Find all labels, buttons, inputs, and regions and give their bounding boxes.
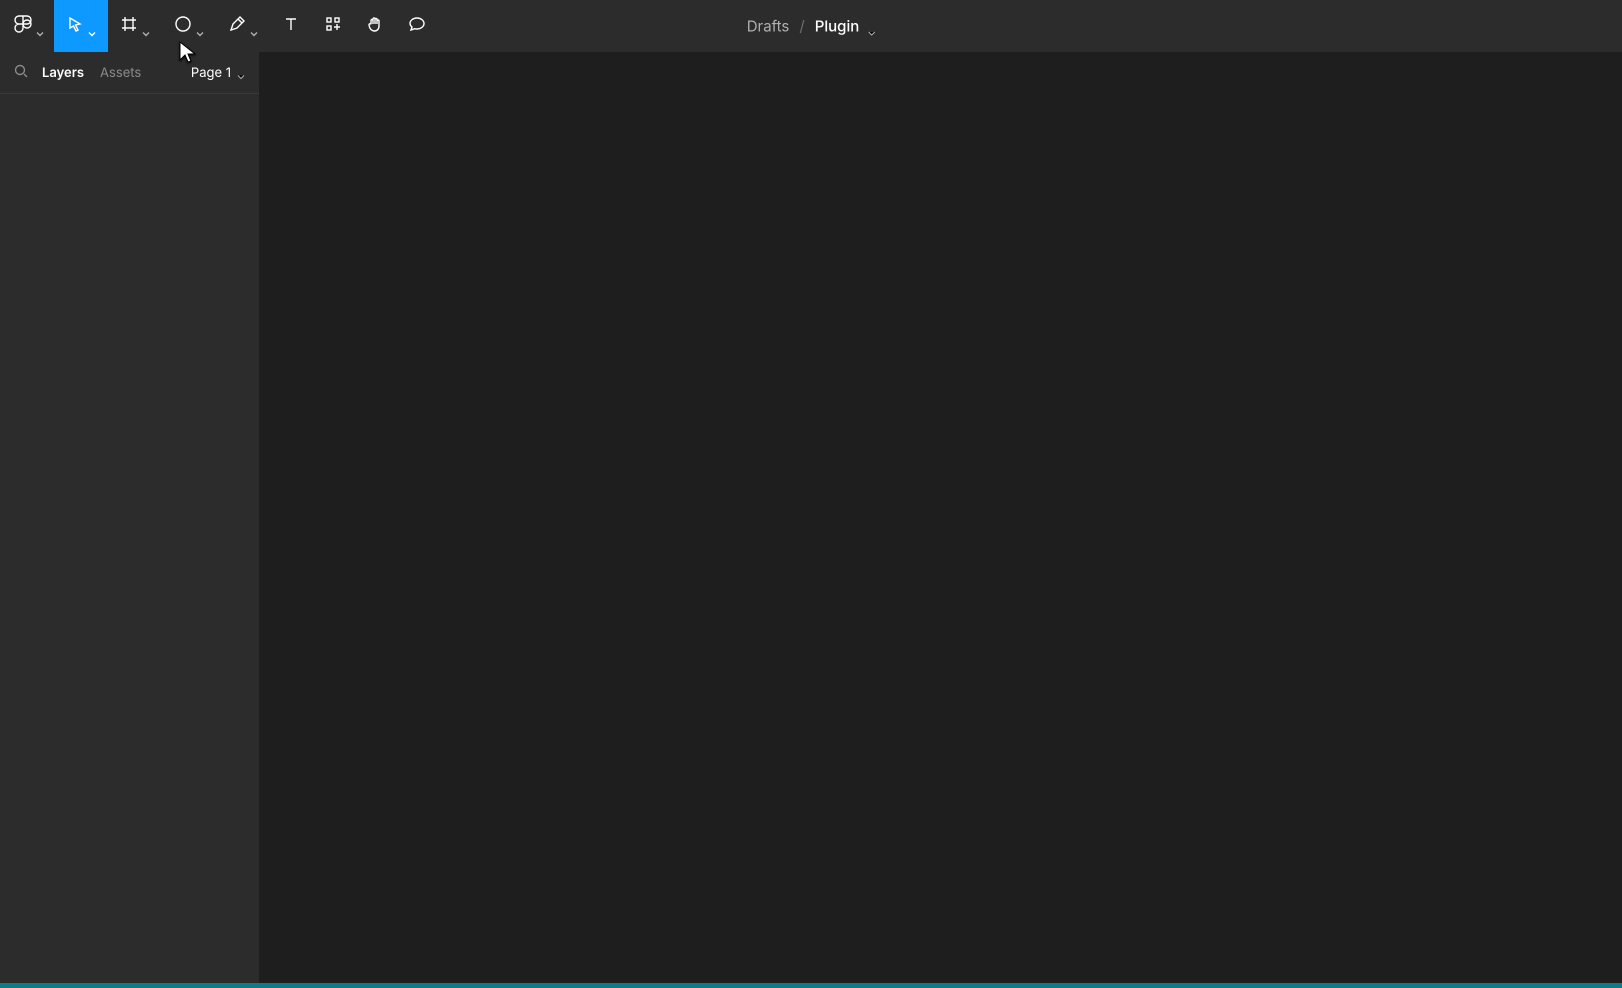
- shape-tool-button[interactable]: [162, 0, 216, 52]
- pen-tool-button[interactable]: [216, 0, 270, 52]
- chevron-down-icon: [142, 22, 150, 30]
- chevron-down-icon: [196, 22, 204, 30]
- breadcrumb-separator: /: [799, 17, 804, 36]
- breadcrumb-file[interactable]: Plugin: [815, 17, 876, 36]
- text-tool-icon: [282, 15, 300, 37]
- hand-tool-icon: [366, 15, 384, 37]
- left-panel: Layers Assets Page 1: [0, 52, 260, 983]
- top-toolbar: Drafts / Plugin: [0, 0, 1622, 52]
- move-tool-icon: [66, 15, 84, 37]
- breadcrumb: Drafts / Plugin: [747, 17, 876, 36]
- search-icon: [14, 64, 28, 82]
- canvas[interactable]: [260, 52, 1622, 983]
- workspace: Layers Assets Page 1: [0, 52, 1622, 983]
- chevron-down-icon: [867, 22, 875, 30]
- left-panel-header: Layers Assets Page 1: [0, 52, 259, 94]
- page-switcher[interactable]: Page 1: [191, 65, 251, 81]
- resources-tool-button[interactable]: [312, 0, 354, 52]
- frame-tool-icon: [120, 15, 138, 37]
- bottom-accent-strip: [0, 983, 1622, 988]
- ellipse-icon: [174, 15, 192, 37]
- page-switcher-label: Page 1: [191, 65, 231, 81]
- breadcrumb-location[interactable]: Drafts: [747, 17, 790, 36]
- chevron-down-icon: [250, 22, 258, 30]
- hand-tool-button[interactable]: [354, 0, 396, 52]
- comment-icon: [408, 15, 426, 37]
- panel-tabs: Layers Assets: [42, 65, 177, 81]
- figma-logo-icon: [14, 12, 32, 40]
- tab-layers[interactable]: Layers: [42, 65, 84, 81]
- pen-tool-icon: [228, 15, 246, 37]
- layers-list: [0, 94, 259, 983]
- chevron-down-icon: [88, 22, 96, 30]
- file-name-text: Plugin: [815, 17, 860, 36]
- search-button[interactable]: [14, 64, 28, 82]
- move-tool-button[interactable]: [54, 0, 108, 52]
- main-menu-button[interactable]: [0, 0, 54, 52]
- toolbar-left-group: [0, 0, 438, 52]
- tab-assets[interactable]: Assets: [100, 65, 141, 81]
- comment-tool-button[interactable]: [396, 0, 438, 52]
- frame-tool-button[interactable]: [108, 0, 162, 52]
- chevron-down-icon: [36, 22, 44, 30]
- chevron-down-icon: [237, 69, 245, 77]
- resources-icon: [324, 15, 342, 37]
- text-tool-button[interactable]: [270, 0, 312, 52]
